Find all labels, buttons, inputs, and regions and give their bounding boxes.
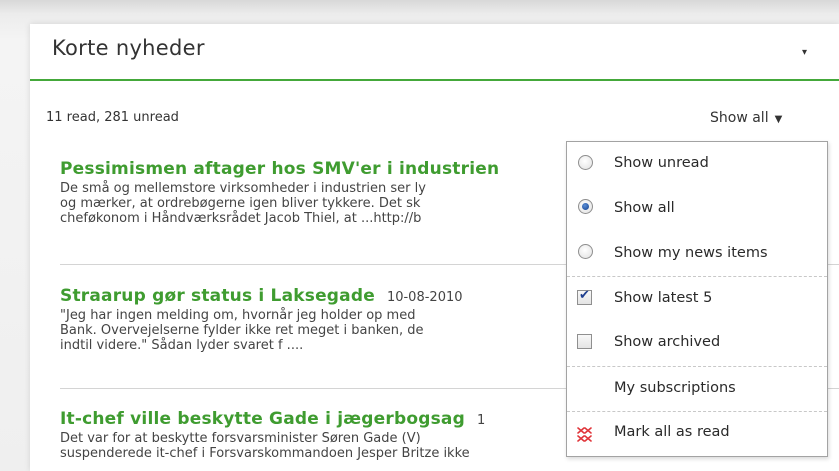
show-all-radio[interactable]	[578, 199, 593, 214]
menu-item-label: Show latest 5	[614, 290, 713, 306]
show-latest-5-checkbox[interactable]	[577, 288, 592, 305]
filter-dropdown-menu: Show unread Show all Show my news items …	[566, 141, 828, 457]
menu-item-label: My subscriptions	[614, 380, 736, 396]
show-archived-checkbox[interactable]	[577, 334, 592, 349]
filter-label: Show all	[710, 110, 769, 126]
caret-down-icon: ▼	[774, 114, 783, 125]
menu-item-label: Show all	[614, 200, 675, 216]
menu-item-label: Show archived	[614, 334, 721, 350]
menu-item-show-latest-5[interactable]: Show latest 5	[567, 276, 827, 321]
read-unread-counts: 11 read, 281 unread	[46, 110, 179, 125]
show-unread-radio[interactable]	[578, 155, 593, 170]
news-item-title-text[interactable]: Straarup gør status i Laksegade	[60, 286, 375, 306]
menu-item-mark-all-read[interactable]: Mark all as read	[567, 411, 827, 456]
news-item-date: 10-08-2010	[386, 290, 463, 305]
widget-header: Korte nyheder ▾	[30, 24, 839, 81]
news-item-date: 1	[476, 413, 486, 428]
menu-item-show-my-news[interactable]: Show my news items	[567, 232, 827, 277]
menu-item-label: Show my news items	[614, 245, 768, 261]
mark-read-icon	[577, 427, 592, 442]
header-menu-caret-icon[interactable]: ▾	[802, 47, 807, 58]
news-item-title-text[interactable]: It-chef ville beskytte Gade i jægerbogsa…	[60, 409, 465, 429]
menu-item-label: Mark all as read	[614, 424, 730, 440]
menu-item-show-archived[interactable]: Show archived	[567, 321, 827, 366]
filter-dropdown-toggle[interactable]: Show all ▼	[710, 110, 782, 126]
widget-title: Korte nyheder	[52, 36, 205, 60]
menu-item-my-subscriptions[interactable]: My subscriptions	[567, 366, 827, 411]
show-my-news-radio[interactable]	[578, 244, 593, 259]
menu-item-show-all[interactable]: Show all	[567, 187, 827, 232]
news-item-title-text[interactable]: Pessimismen aftager hos SMV'er i industr…	[60, 159, 499, 179]
menu-item-show-unread[interactable]: Show unread	[567, 142, 827, 187]
menu-item-label: Show unread	[614, 155, 709, 171]
